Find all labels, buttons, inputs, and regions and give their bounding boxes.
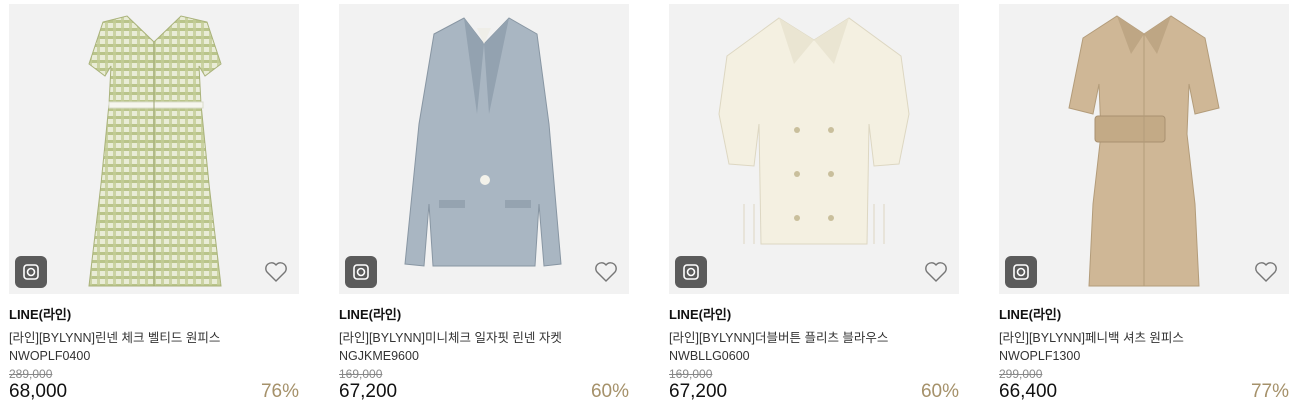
product-name[interactable]: [라인][BYLYNN]더블버튼 플리츠 블라우스 [669,327,969,346]
camera-icon[interactable] [1005,256,1037,288]
product-grid: LINE(라인) [라인][BYLYNN]린넨 체크 벨티드 원피스 NWOPL… [0,0,1294,416]
product-card[interactable]: LINE(라인) [라인][BYLYNN]미니체크 일자핏 린넨 자켓 NGJK… [339,0,639,405]
heart-icon[interactable] [923,260,949,284]
heart-icon[interactable] [263,260,289,284]
checked-dress-image [88,15,222,287]
product-card[interactable]: LINE(라인) [라인][BYLYNN]린넨 체크 벨티드 원피스 NWOPL… [9,0,309,405]
product-code: NGJKME9600 [339,349,419,363]
product-card[interactable]: LINE(라인) [라인][BYLYNN]더블버튼 플리츠 블라우스 NWBLL… [669,0,969,405]
product-name[interactable]: [라인][BYLYNN]미니체크 일자핏 린넨 자켓 [339,327,639,346]
product-card[interactable]: LINE(라인) [라인][BYLYNN]페니백 셔츠 원피스 NWOPLF13… [999,0,1294,405]
product-image[interactable] [9,4,299,294]
product-name[interactable]: [라인][BYLYNN]린넨 체크 벨티드 원피스 [9,327,309,346]
product-code: NWOPLF1300 [999,349,1081,363]
original-price: 169,000 [669,367,713,381]
cream-blouse-image [718,17,910,245]
discount-rate: 60% [590,381,629,402]
brand-label: LINE(라인) [9,307,72,322]
heart-icon[interactable] [1253,260,1279,284]
discount-rate: 77% [1250,381,1289,402]
camera-icon[interactable] [675,256,707,288]
camera-icon[interactable] [15,256,47,288]
sale-price: 66,400 [999,381,1058,402]
original-price: 169,000 [339,367,383,381]
product-name[interactable]: [라인][BYLYNN]페니백 셔츠 원피스 [999,327,1294,346]
product-image[interactable] [669,4,959,294]
discount-rate: 76% [260,381,299,402]
discount-rate: 60% [920,381,959,402]
heart-icon[interactable] [593,260,619,284]
sale-price: 67,200 [339,381,398,402]
product-image[interactable] [999,4,1289,294]
original-price: 289,000 [9,367,53,381]
gray-jacket-image [404,17,562,267]
sale-price: 68,000 [9,381,68,402]
product-code: NWOPLF0400 [9,349,91,363]
brand-label: LINE(라인) [999,307,1062,322]
beige-shirt-dress-image [1068,15,1220,287]
original-price: 299,000 [999,367,1043,381]
product-code: NWBLLG0600 [669,349,750,363]
camera-icon[interactable] [345,256,377,288]
product-image[interactable] [339,4,629,294]
sale-price: 67,200 [669,381,728,402]
brand-label: LINE(라인) [669,307,732,322]
brand-label: LINE(라인) [339,307,402,322]
